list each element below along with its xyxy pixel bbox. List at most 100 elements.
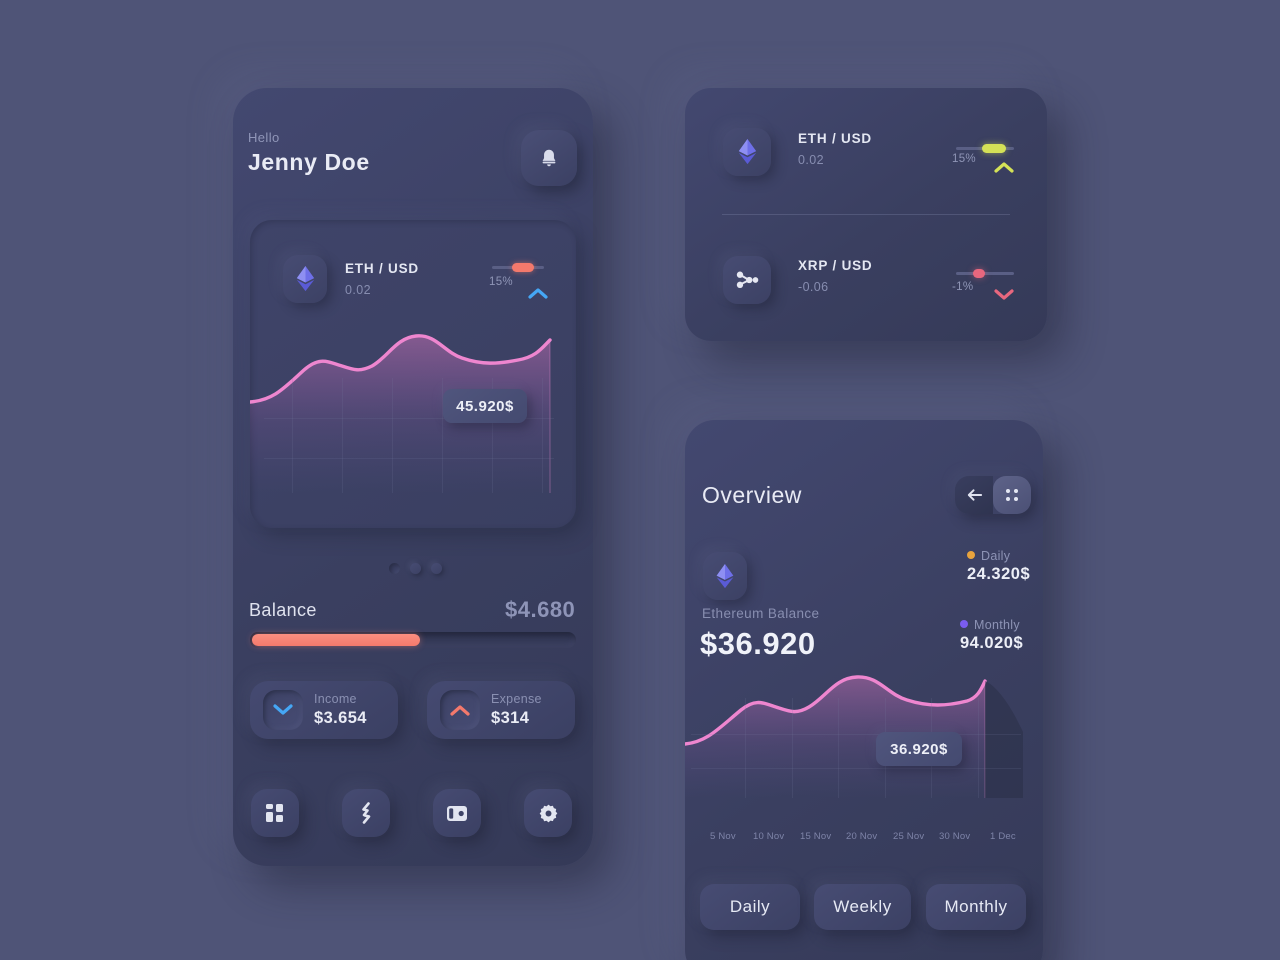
- balance-progress-fill: [252, 634, 420, 646]
- chevron-down-icon: [994, 289, 1014, 300]
- overview-title: Overview: [702, 482, 802, 508]
- dashboard-grid-icon: [266, 804, 283, 822]
- legend-monthly-label-wrap: Monthly: [960, 618, 1023, 632]
- nav-settings-button[interactable]: [524, 789, 572, 837]
- grid-line: [292, 378, 293, 493]
- arrow-left-icon: [967, 489, 982, 501]
- x-axis-label: 10 Nov: [753, 831, 785, 842]
- expense-stat-card[interactable]: Expense $314: [427, 681, 575, 739]
- pagination-dot[interactable]: [410, 563, 421, 574]
- list-row-pair: XRP / USD: [798, 258, 873, 273]
- notification-bell-button[interactable]: [521, 130, 577, 186]
- x-axis-label: 25 Nov: [893, 831, 925, 842]
- balance-progress-track[interactable]: [250, 632, 576, 648]
- settings-gear-icon: [539, 804, 557, 822]
- apps-grid-icon: [1006, 489, 1018, 501]
- expense-label: Expense: [491, 692, 542, 706]
- x-axis-label: 1 Dec: [990, 831, 1016, 842]
- income-icon-wrap: [263, 690, 303, 730]
- carousel-pagination[interactable]: [389, 563, 442, 574]
- back-button[interactable]: [955, 476, 993, 514]
- nav-dashboard-button[interactable]: [251, 789, 299, 837]
- period-weekly-button[interactable]: Weekly: [814, 884, 911, 930]
- phone-ticker-sparkline: [492, 263, 544, 272]
- overview-view-toggle[interactable]: [955, 476, 1031, 514]
- expense-icon-wrap: [440, 690, 480, 730]
- phone-ticker-text: ETH / USD 0.02: [345, 261, 419, 297]
- legend-daily-label: Daily: [981, 549, 1011, 563]
- overview-balance-value: $36.920: [700, 626, 816, 661]
- legend-monthly-value: 94.020$: [960, 634, 1024, 652]
- legend-monthly-label: Monthly: [974, 618, 1020, 632]
- grid-line: [745, 698, 746, 798]
- list-row-sparkline: [956, 144, 1014, 153]
- apps-grid-button[interactable]: [993, 476, 1031, 514]
- list-divider: [722, 214, 1010, 215]
- chevron-up-icon: [528, 288, 548, 299]
- overview-chart: [685, 672, 1043, 827]
- chart-shadow-region: [985, 681, 1023, 798]
- ethereum-icon: [738, 139, 756, 165]
- ethereum-icon: [716, 563, 734, 588]
- transfer-arrows-icon: [362, 802, 371, 824]
- list-row-percent: 15%: [952, 153, 976, 165]
- grid-line: [542, 378, 543, 493]
- list-row-sparkline: [956, 269, 1014, 278]
- grid-line: [838, 698, 839, 798]
- phone-area-chart: [250, 334, 552, 493]
- income-stat-card[interactable]: Income $3.654: [250, 681, 398, 739]
- list-row-value: -0.06: [798, 280, 829, 294]
- nav-transfer-button[interactable]: [342, 789, 390, 837]
- legend-daily-label-wrap: Daily: [967, 549, 1030, 563]
- grid-line: [691, 734, 1021, 735]
- list-eth-badge: [723, 128, 771, 176]
- income-label: Income: [314, 692, 357, 706]
- overview-area-chart: [685, 675, 1023, 798]
- legend-monthly: Monthly 94.020$: [960, 618, 1023, 653]
- period-daily-button[interactable]: Daily: [700, 884, 800, 930]
- balance-value: $4.680: [505, 597, 576, 622]
- bell-icon: [542, 149, 556, 167]
- phone-ticker-value: 0.02: [345, 283, 371, 297]
- sparkline-marker: [973, 269, 985, 278]
- chevron-down-icon: [273, 704, 293, 715]
- income-value: $3.654: [314, 709, 367, 727]
- phone-ticker-pair: ETH / USD: [345, 261, 419, 276]
- legend-daily-value: 24.320$: [967, 565, 1031, 583]
- sparkline-marker: [512, 263, 534, 272]
- daily-dot-icon: [967, 551, 975, 559]
- pagination-dot[interactable]: [431, 563, 442, 574]
- list-row-pair: ETH / USD: [798, 131, 872, 146]
- list-row-value: 0.02: [798, 153, 824, 167]
- list-xrp-badge: [723, 256, 771, 304]
- legend-daily: Daily 24.320$: [967, 549, 1030, 584]
- nav-wallet-button[interactable]: [433, 789, 481, 837]
- grid-line: [264, 458, 554, 459]
- monthly-dot-icon: [960, 620, 968, 628]
- chevron-up-icon: [994, 162, 1014, 173]
- phone-eth-badge: [283, 255, 327, 303]
- grid-line: [342, 378, 343, 493]
- grid-line: [691, 768, 1021, 769]
- period-monthly-button[interactable]: Monthly: [926, 884, 1026, 930]
- overview-eth-badge: [703, 552, 747, 600]
- ripple-icon: [736, 271, 758, 289]
- list-row-xrp-text: XRP / USD -0.06: [798, 258, 872, 294]
- grid-line: [392, 378, 393, 493]
- user-name: Jenny Doe: [248, 149, 370, 175]
- phone-ticker-percent: 15%: [489, 276, 513, 288]
- pagination-dot[interactable]: [389, 563, 400, 574]
- greeting-text: Hello: [248, 130, 280, 145]
- list-row-percent: -1%: [952, 281, 974, 293]
- balance-label: Balance: [249, 600, 317, 620]
- overview-chart-tooltip: 36.920$: [876, 732, 962, 766]
- list-row-eth-text: ETH / USD 0.02: [798, 131, 872, 167]
- x-axis-label: 15 Nov: [800, 831, 832, 842]
- phone-chart: [250, 330, 576, 528]
- app-canvas: Hello Jenny Doe ETH / USD 0.02 15% 45.92…: [0, 0, 1280, 960]
- x-axis-label: 30 Nov: [939, 831, 971, 842]
- phone-greeting-block: Hello Jenny Doe: [248, 130, 370, 176]
- x-axis-label: 20 Nov: [846, 831, 878, 842]
- grid-line: [978, 698, 979, 798]
- overview-balance-label: Ethereum Balance: [702, 606, 820, 621]
